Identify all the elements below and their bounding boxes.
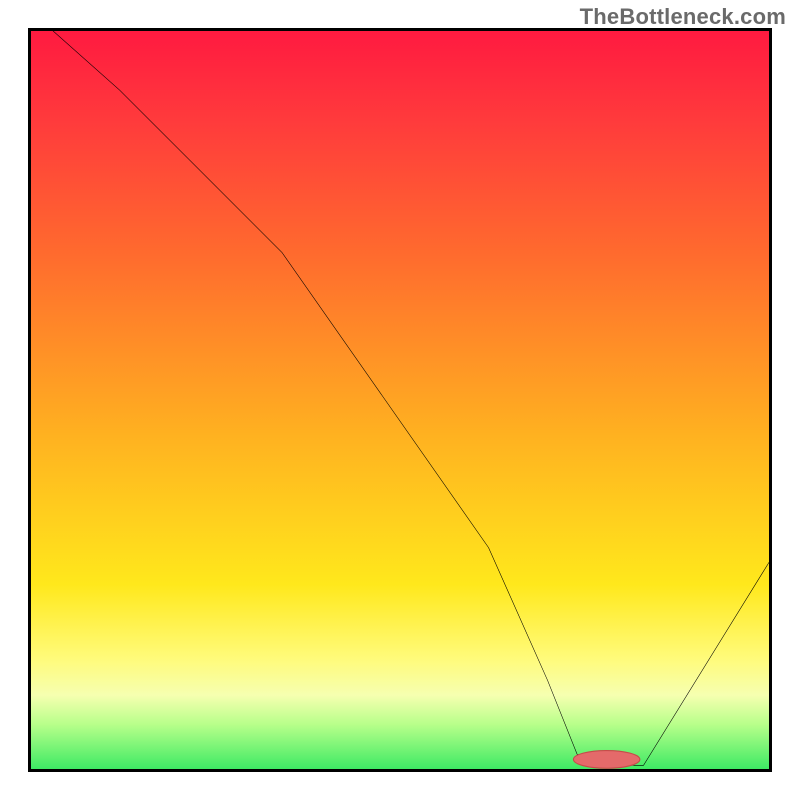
optimal-marker: [31, 31, 769, 769]
plot-area: [28, 28, 772, 772]
marker-pill: [573, 751, 639, 769]
chart-frame: TheBottleneck.com: [0, 0, 800, 800]
watermark-text: TheBottleneck.com: [580, 4, 786, 30]
